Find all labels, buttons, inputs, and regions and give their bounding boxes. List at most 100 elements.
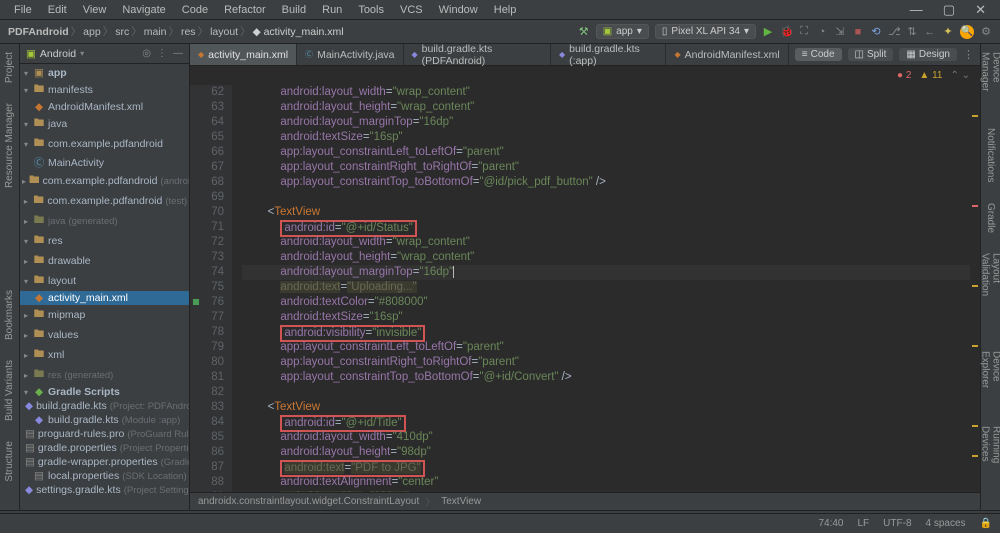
menu-window[interactable]: Window <box>433 2 484 18</box>
stop-icon[interactable]: ■ <box>852 26 864 38</box>
tab-activity-main[interactable]: ◆activity_main.xml <box>190 44 297 65</box>
project-view-title[interactable]: Android <box>40 48 76 60</box>
tree-java[interactable]: java <box>48 118 67 130</box>
menu-help[interactable]: Help <box>488 2 523 18</box>
collapse-icon[interactable]: — <box>173 48 183 59</box>
view-code-button[interactable]: ≡Code <box>795 48 842 61</box>
view-split-button[interactable]: ◫Split <box>848 48 894 61</box>
tree-settings[interactable]: settings.gradle.kts <box>36 484 121 496</box>
tree-manifest-file[interactable]: AndroidManifest.xml <box>48 101 143 113</box>
tree-package[interactable]: com.example.pdfandroid <box>48 138 163 150</box>
debug-icon[interactable]: 🐞 <box>780 25 792 38</box>
tree-values[interactable]: values <box>48 329 78 341</box>
tool-layout-validation[interactable]: Layout Validation <box>980 253 1000 312</box>
tab-mainactivity[interactable]: ⒸMainActivity.java <box>297 44 403 65</box>
tab-build-gradle-app[interactable]: ◆build.gradle.kts (:app) <box>551 44 666 65</box>
tree-build-gradle-proj[interactable]: build.gradle.kts <box>36 400 107 412</box>
crumb-textview[interactable]: TextView <box>441 496 481 507</box>
coverage-icon[interactable]: ⛶ <box>798 25 810 38</box>
window-minimize-icon[interactable]: — <box>904 0 929 20</box>
breadcrumb-part[interactable]: src <box>115 26 129 38</box>
menu-file[interactable]: File <box>8 2 38 18</box>
tab-more-icon[interactable]: ⋮ <box>963 48 974 61</box>
tree-proguard[interactable]: proguard-rules.pro <box>38 428 124 440</box>
tree-xml[interactable]: xml <box>48 349 64 361</box>
menu-code[interactable]: Code <box>176 2 214 18</box>
tree-app[interactable]: app <box>48 67 67 79</box>
tree-mainactivity[interactable]: MainActivity <box>48 157 104 169</box>
sync-icon[interactable]: ⟲ <box>870 25 882 38</box>
editor-breadcrumb[interactable]: androidx.constraintlayout.widget.Constra… <box>190 492 980 510</box>
tool-device-manager[interactable]: Device Manager <box>980 52 1000 108</box>
tab-build-gradle-proj[interactable]: ◆build.gradle.kts (PDFAndroid) <box>404 44 552 65</box>
device-selector[interactable]: ▯Pixel XL API 34▾ <box>655 24 756 39</box>
gutter[interactable]: 6263646566676869707172737475767778798081… <box>190 85 232 492</box>
attach-icon[interactable]: ⇲ <box>834 25 846 38</box>
back-icon[interactable]: ← <box>924 26 936 38</box>
inspection-summary[interactable]: ● 2 ▲ 11 ⌃ ⌄ <box>190 66 980 85</box>
tree-build-gradle-mod[interactable]: build.gradle.kts <box>48 414 119 426</box>
breadcrumb-project[interactable]: PDFAndroid <box>8 26 69 38</box>
run-config-selector[interactable]: ▣app▾ <box>596 24 649 39</box>
window-maximize-icon[interactable]: ▢ <box>937 0 961 20</box>
tool-notifications[interactable]: Notifications <box>985 128 996 182</box>
tree-gradle-props[interactable]: gradle.properties <box>38 442 117 454</box>
more-icon[interactable]: ⋮ <box>157 48 167 59</box>
tool-running-devices[interactable]: Running Devices <box>980 426 1000 484</box>
tree-package[interactable]: com.example.pdfandroid <box>47 195 162 207</box>
window-close-icon[interactable]: ✕ <box>969 0 992 20</box>
code-editor[interactable]: 6263646566676869707172737475767778798081… <box>190 85 980 492</box>
encoding[interactable]: UTF-8 <box>883 518 911 529</box>
tool-bookmarks[interactable]: Bookmarks <box>4 290 15 340</box>
tree-local-props[interactable]: local.properties <box>48 470 119 482</box>
menu-run[interactable]: Run <box>316 2 348 18</box>
tree-layout[interactable]: layout <box>48 275 76 287</box>
tree-drawable[interactable]: drawable <box>48 255 91 267</box>
tool-build-variants[interactable]: Build Variants <box>4 360 15 421</box>
caret-position[interactable]: 74:40 <box>818 518 843 529</box>
tree-activity-main[interactable]: activity_main.xml <box>48 292 128 304</box>
menu-vcs[interactable]: VCS <box>394 2 429 18</box>
project-tree[interactable]: ▾▣app ▾🖿manifests ◆AndroidManifest.xml ▾… <box>20 64 189 510</box>
menu-view[interactable]: View <box>77 2 113 18</box>
readonly-lock-icon[interactable]: 🔒 <box>980 518 992 529</box>
breadcrumb-file[interactable]: activity_main.xml <box>264 26 344 38</box>
tree-gradle-scripts[interactable]: Gradle Scripts <box>48 386 120 398</box>
view-design-button[interactable]: ▦Design <box>899 48 957 61</box>
line-ending[interactable]: LF <box>858 518 870 529</box>
tree-package[interactable]: com.example.pdfandroid <box>43 175 158 187</box>
crumb-constraintlayout[interactable]: androidx.constraintlayout.widget.Constra… <box>198 496 419 507</box>
profile-icon[interactable]: ◔ <box>816 26 828 38</box>
tab-manifest[interactable]: ◆AndroidManifest.xml <box>666 44 788 65</box>
hammer-build-icon[interactable]: ⚒ <box>578 25 590 38</box>
tool-gradle[interactable]: Gradle <box>985 203 996 233</box>
run-icon[interactable]: ▶ <box>762 25 774 38</box>
tree-java-gen[interactable]: java <box>48 216 65 227</box>
tree-res-gen[interactable]: res <box>48 370 61 381</box>
target-icon[interactable]: ◎ <box>142 48 151 59</box>
tool-device-explorer[interactable]: Device Explorer <box>980 351 1000 405</box>
tree-wrapper[interactable]: gradle-wrapper.properties <box>38 456 158 468</box>
breadcrumb-part[interactable]: main <box>144 26 167 38</box>
git-icon[interactable]: ⎇ <box>888 25 900 38</box>
menu-tools[interactable]: Tools <box>352 2 390 18</box>
menu-navigate[interactable]: Navigate <box>116 2 171 18</box>
vcs-ops-icon[interactable]: ⇅ <box>906 25 918 38</box>
menu-refactor[interactable]: Refactor <box>218 2 272 18</box>
error-stripe[interactable] <box>970 85 980 492</box>
code-body[interactable]: android:layout_width="wrap_content" andr… <box>232 85 970 492</box>
tree-mipmap[interactable]: mipmap <box>48 309 85 321</box>
breadcrumb-part[interactable]: app <box>83 26 101 38</box>
search-everywhere-icon[interactable]: 🔍 <box>960 25 974 39</box>
tree-res[interactable]: res <box>48 235 63 247</box>
indent[interactable]: 4 spaces <box>926 518 966 529</box>
menu-edit[interactable]: Edit <box>42 2 73 18</box>
breadcrumb-part[interactable]: res <box>181 26 196 38</box>
tree-manifests[interactable]: manifests <box>48 84 93 96</box>
assistant-icon[interactable]: ✦ <box>942 25 954 38</box>
tool-project[interactable]: Project <box>4 52 15 83</box>
menu-build[interactable]: Build <box>276 2 312 18</box>
tool-structure[interactable]: Structure <box>4 441 15 482</box>
tool-resource-manager[interactable]: Resource Manager <box>4 103 15 188</box>
breadcrumb[interactable]: PDFAndroid 〉app 〉src 〉main 〉res 〉layout … <box>8 24 344 39</box>
